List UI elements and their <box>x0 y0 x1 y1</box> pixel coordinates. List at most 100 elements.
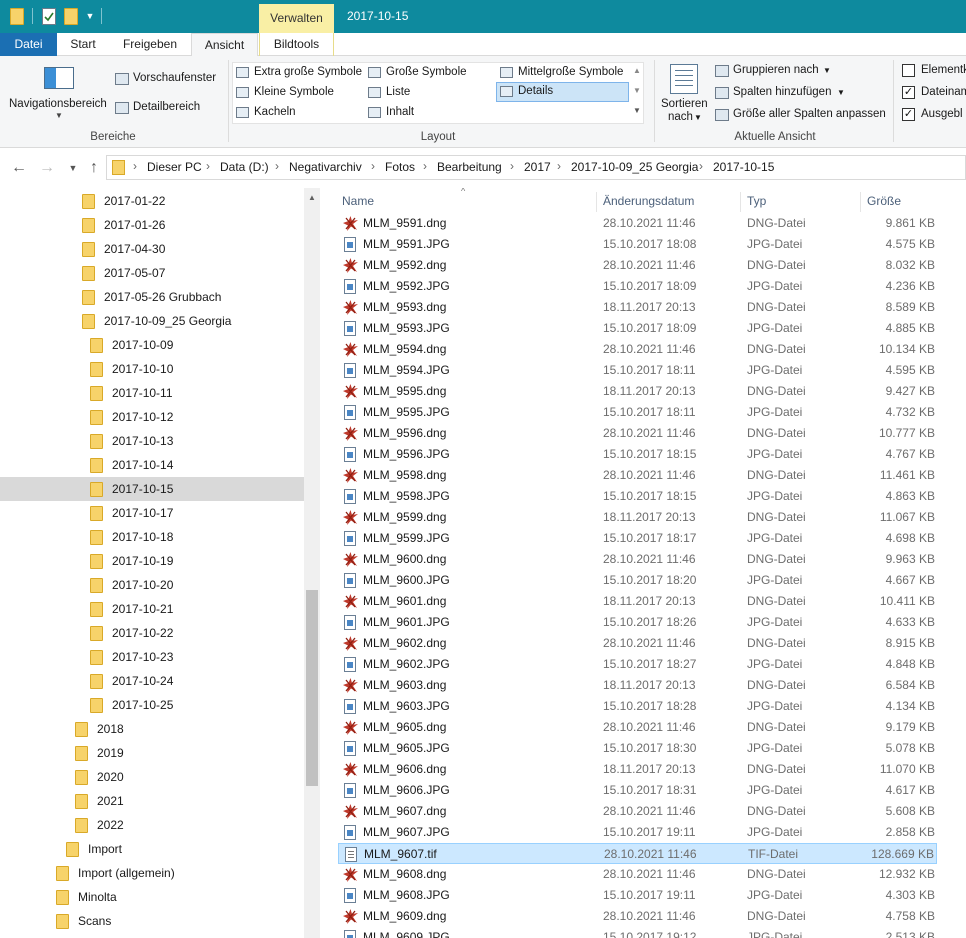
breadcrumb-2017[interactable]: 2017 <box>524 160 551 174</box>
chevron-down-icon[interactable]: ▼ <box>55 111 63 120</box>
layout-small-icons[interactable]: Kleine Symbole <box>233 84 334 102</box>
divider[interactable] <box>860 192 861 212</box>
file-row[interactable]: MLM_9598.dng 28.10.2021 11:46 DNG-Datei 11.… <box>338 465 937 486</box>
file-row[interactable]: MLM_9608.dng 28.10.2021 11:46 DNG-Datei 12.… <box>338 864 937 885</box>
file-row[interactable]: MLM_9602.JPG 15.10.2017 18:27 JPG-Datei 4.8… <box>338 654 937 675</box>
size-all-columns-button[interactable]: Größe aller Spalten anpassen <box>733 108 886 120</box>
nav-tree-item[interactable]: Import (allgemein) <box>56 861 300 885</box>
breadcrumb-separator-icon[interactable]: › <box>133 159 137 173</box>
column-header-type[interactable]: Typ <box>747 194 766 208</box>
nav-tree-item[interactable]: 2017-01-22 <box>82 189 300 213</box>
layout-list[interactable]: Liste <box>365 84 410 102</box>
preview-pane-button[interactable]: Vorschaufenster <box>133 72 216 84</box>
nav-tree-item[interactable]: 2022 <box>75 813 300 837</box>
navigation-pane-icon[interactable] <box>44 67 74 89</box>
divider[interactable] <box>596 192 597 212</box>
nav-tree-item[interactable]: 2017-10-09_25 Georgia <box>82 309 300 333</box>
breadcrumb-negativarchiv[interactable]: Negativarchiv <box>289 160 362 174</box>
nav-tree-item[interactable]: 2017-05-26 Grubbach <box>82 285 300 309</box>
layout-content[interactable]: Inhalt <box>365 104 414 122</box>
column-header-name[interactable]: Name <box>342 194 374 208</box>
tab-picture-tools[interactable]: Bildtools <box>259 33 334 56</box>
nav-tree-item[interactable]: 2017-05-07 <box>82 261 300 285</box>
nav-tree-item[interactable]: Import <box>66 837 300 861</box>
contextual-tab-manage[interactable]: Verwalten <box>259 4 334 33</box>
hidden-items-checkbox[interactable]: ✓ <box>902 108 915 121</box>
file-row[interactable]: MLM_9600.JPG 15.10.2017 18:20 JPG-Datei 4.6… <box>338 570 937 591</box>
navigation-scroll-thumb[interactable] <box>306 590 318 786</box>
nav-tree-item[interactable]: 2017-10-18 <box>90 525 300 549</box>
tab-share[interactable]: Freigeben <box>110 33 190 56</box>
file-row[interactable]: MLM_9591.dng 28.10.2021 11:46 DNG-Datei 9.8… <box>338 213 937 234</box>
nav-tree-item[interactable]: 2017-10-22 <box>90 621 300 645</box>
layout-extra-large-icons[interactable]: Extra große Symbole <box>233 64 362 82</box>
forward-arrow-icon[interactable]: → <box>37 158 57 178</box>
nav-tree-item[interactable]: 2017-10-15 <box>0 477 304 501</box>
file-row[interactable]: MLM_9603.JPG 15.10.2017 18:28 JPG-Datei 4.1… <box>338 696 937 717</box>
add-columns-button[interactable]: Spalten hinzufügen <box>733 86 831 98</box>
properties-icon[interactable] <box>42 8 56 25</box>
scroll-up-icon[interactable]: ▲ <box>633 66 641 75</box>
file-row[interactable]: MLM_9609.JPG 15.10.2017 19:12 JPG-Datei 2.5… <box>338 927 937 938</box>
item-checkboxes-checkbox[interactable] <box>902 64 915 77</box>
navigation-pane-button[interactable]: Navigationsbereich <box>9 98 107 110</box>
chevron-down-icon[interactable]: ▼ <box>694 113 702 122</box>
breadcrumb-current-folder[interactable]: 2017-10-15 <box>713 160 774 174</box>
nav-tree-item[interactable]: Scans <box>56 909 300 933</box>
details-pane-button[interactable]: Detailbereich <box>133 101 200 113</box>
layout-medium-icons[interactable]: Mittelgroße Symbole <box>497 64 623 82</box>
nav-tree-item[interactable]: 2017-10-24 <box>90 669 300 693</box>
chevron-down-icon[interactable]: ▼ <box>837 88 845 97</box>
file-row[interactable]: MLM_9592.JPG 15.10.2017 18:09 JPG-Datei 4.2… <box>338 276 937 297</box>
divider[interactable] <box>740 192 741 212</box>
breadcrumb-georgia[interactable]: 2017-10-09_25 Georgia <box>571 160 698 174</box>
nav-tree-item[interactable]: 2017-10-20 <box>90 573 300 597</box>
customize-toolbar-icon[interactable]: ▼ <box>84 8 96 25</box>
breadcrumb-separator-icon[interactable]: › <box>557 159 561 173</box>
nav-tree-item[interactable]: 2019 <box>75 741 300 765</box>
file-row[interactable]: MLM_9609.dng 28.10.2021 11:46 DNG-Datei 4.7… <box>338 906 937 927</box>
expand-gallery-icon[interactable]: ▼ <box>633 106 641 115</box>
file-row[interactable]: MLM_9607.dng 28.10.2021 11:46 DNG-Datei 5.6… <box>338 801 937 822</box>
breadcrumb-separator-icon[interactable]: › <box>699 159 703 173</box>
file-row[interactable]: MLM_9599.dng 18.11.2017 20:13 DNG-Datei 11.… <box>338 507 937 528</box>
file-row[interactable]: MLM_9592.dng 28.10.2021 11:46 DNG-Datei 8.0… <box>338 255 937 276</box>
up-arrow-icon[interactable]: ↑ <box>84 158 104 178</box>
layout-tiles[interactable]: Kacheln <box>233 104 296 122</box>
layout-details[interactable]: Details <box>496 82 629 102</box>
nav-tree-item[interactable]: 2017-10-25 <box>90 693 300 717</box>
chevron-down-icon[interactable]: ▼ <box>823 66 831 75</box>
recent-locations-chevron-icon[interactable]: ▼ <box>63 158 83 178</box>
sort-by-button[interactable]: Sortieren <box>661 98 708 110</box>
layout-large-icons[interactable]: Große Symbole <box>365 64 467 82</box>
scroll-up-icon[interactable]: ▲ <box>304 190 320 206</box>
file-row[interactable]: MLM_9596.JPG 15.10.2017 18:15 JPG-Datei 4.7… <box>338 444 937 465</box>
breadcrumb-fotos[interactable]: Fotos <box>385 160 415 174</box>
tab-view[interactable]: Ansicht <box>191 33 258 57</box>
file-row[interactable]: MLM_9607.tif 28.10.2021 11:46 TIF-Datei 128… <box>338 843 937 864</box>
nav-tree-item[interactable]: 2021 <box>75 789 300 813</box>
nav-tree-item[interactable]: 2017-04-30 <box>82 237 300 261</box>
nav-tree-item[interactable]: 2017-10-09 <box>90 333 300 357</box>
nav-tree-item[interactable]: 2017-10-23 <box>90 645 300 669</box>
nav-tree-item[interactable]: 2017-10-10 <box>90 357 300 381</box>
file-row[interactable]: MLM_9606.dng 18.11.2017 20:13 DNG-Datei 11.… <box>338 759 937 780</box>
breadcrumb-data-drive[interactable]: Data (D:) <box>220 160 269 174</box>
file-row[interactable]: MLM_9601.JPG 15.10.2017 18:26 JPG-Datei 4.6… <box>338 612 937 633</box>
scroll-down-icon[interactable]: ▼ <box>633 86 641 95</box>
file-row[interactable]: MLM_9594.dng 28.10.2021 11:46 DNG-Datei 10.… <box>338 339 937 360</box>
nav-tree-item[interactable]: 2017-10-17 <box>90 501 300 525</box>
nav-tree-item[interactable]: 2017-10-13 <box>90 429 300 453</box>
new-folder-icon[interactable] <box>64 8 78 25</box>
breadcrumb-separator-icon[interactable]: › <box>275 159 279 173</box>
file-row[interactable]: MLM_9601.dng 18.11.2017 20:13 DNG-Datei 10.… <box>338 591 937 612</box>
tab-start[interactable]: Start <box>58 33 108 56</box>
file-row[interactable]: MLM_9593.dng 18.11.2017 20:13 DNG-Datei 8.5… <box>338 297 937 318</box>
file-row[interactable]: MLM_9593.JPG 15.10.2017 18:09 JPG-Datei 4.8… <box>338 318 937 339</box>
file-row[interactable]: MLM_9608.JPG 15.10.2017 19:11 JPG-Datei 4.3… <box>338 885 937 906</box>
file-row[interactable]: MLM_9596.dng 28.10.2021 11:46 DNG-Datei 10.… <box>338 423 937 444</box>
file-row[interactable]: MLM_9606.JPG 15.10.2017 18:31 JPG-Datei 4.6… <box>338 780 937 801</box>
file-row[interactable]: MLM_9603.dng 18.11.2017 20:13 DNG-Datei 6.5… <box>338 675 937 696</box>
nav-tree-item[interactable]: 2017-10-12 <box>90 405 300 429</box>
file-row[interactable]: MLM_9594.JPG 15.10.2017 18:11 JPG-Datei 4.5… <box>338 360 937 381</box>
